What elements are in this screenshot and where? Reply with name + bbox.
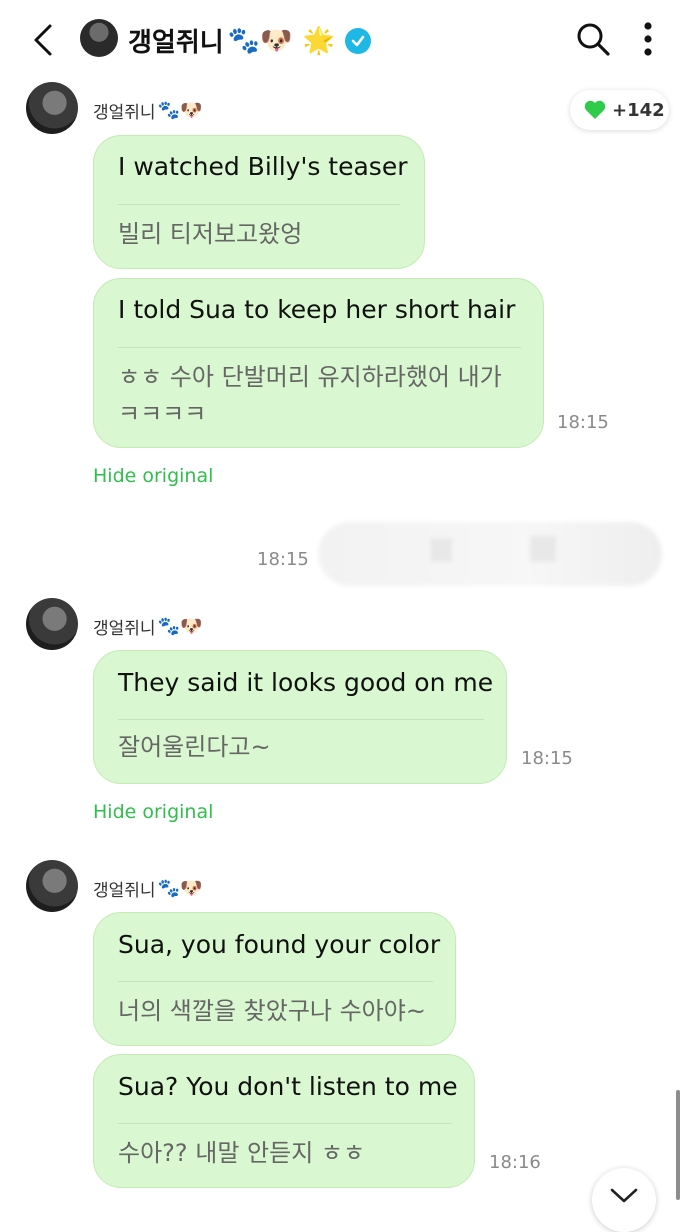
- message-original: 수아?? 내말 안듣지 ㅎㅎ: [118, 1139, 366, 1167]
- sender-name: 갱얼쥐니 🐾🐶: [93, 614, 202, 639]
- message-translation: Sua? You don't listen to me: [118, 1072, 458, 1101]
- hide-original-link[interactable]: Hide original: [93, 465, 213, 487]
- verified-icon: [344, 27, 371, 54]
- chat-title[interactable]: 갱얼쥐니 🐾🐶 🌟: [128, 22, 371, 59]
- heart-icon: [584, 100, 606, 119]
- bubble-divider: [118, 1123, 452, 1124]
- chat-header: 갱얼쥐니 🐾🐶 🌟: [0, 0, 685, 80]
- message-time: 18:16: [489, 1152, 541, 1173]
- back-button[interactable]: [28, 22, 62, 58]
- message-original: ㅎㅎ 수아 단발머리 유지하라했어 내가 ㅋㅋㅋㅋ: [118, 359, 502, 433]
- sender-emoji: 🐾🐶: [157, 615, 203, 637]
- scrollbar[interactable]: [676, 1090, 680, 1200]
- bubble-divider: [118, 347, 521, 348]
- my-message-time: 18:15: [257, 549, 309, 570]
- message-bubble[interactable]: Sua? You don't listen to me 수아?? 내말 안듣지 …: [93, 1054, 475, 1188]
- message-bubble[interactable]: They said it looks good on me 잘어울린다고~: [93, 650, 507, 784]
- sender-name: 갱얼쥐니 🐾🐶: [93, 98, 202, 123]
- star-emoji: 🌟: [302, 25, 335, 56]
- sender-name: 갱얼쥐니 🐾🐶: [93, 876, 202, 901]
- message-bubble[interactable]: I told Sua to keep her short hair ㅎㅎ 수아 …: [93, 278, 544, 448]
- sender-name-text: 갱얼쥐니: [93, 103, 156, 123]
- bubble-divider: [118, 981, 433, 982]
- message-translation: They said it looks good on me: [118, 668, 494, 697]
- message-bubble[interactable]: Sua, you found your color 너의 색깔을 찾았구나 수아…: [93, 912, 456, 1046]
- sender-emoji: 🐾🐶: [157, 877, 203, 899]
- message-original: 빌리 티저보고왔엉: [118, 220, 303, 248]
- sender-avatar[interactable]: [26, 860, 78, 912]
- sender-emoji: 🐾🐶: [157, 99, 203, 121]
- message-bubble[interactable]: I watched Billy's teaser 빌리 티저보고왔엉: [93, 135, 425, 269]
- my-message-bubble[interactable]: [318, 522, 662, 586]
- bubble-divider: [118, 719, 484, 720]
- reaction-counter[interactable]: +142: [570, 90, 669, 130]
- message-translation: I told Sua to keep her short hair: [118, 295, 516, 324]
- message-translation: I watched Billy's teaser: [118, 152, 408, 181]
- message-time: 18:15: [521, 748, 573, 769]
- reaction-count: +142: [612, 99, 665, 121]
- search-button[interactable]: [574, 20, 612, 58]
- sender-name-text: 갱얼쥐니: [93, 881, 156, 901]
- message-time: 18:15: [557, 412, 609, 433]
- message-original: 너의 색깔을 찾았구나 수아야~: [118, 997, 426, 1025]
- message-original-line: ㅎㅎ 수아 단발머리 유지하라했어 내가: [118, 363, 502, 391]
- header-avatar[interactable]: [80, 19, 118, 57]
- chevron-down-icon: [610, 1188, 638, 1203]
- search-icon: [577, 23, 610, 56]
- blur-patch: [430, 538, 452, 562]
- hide-original-link[interactable]: Hide original: [93, 801, 213, 823]
- more-icon: [644, 22, 652, 56]
- back-icon: [34, 24, 52, 56]
- message-original: 잘어울린다고~: [118, 733, 271, 761]
- more-button[interactable]: [636, 18, 660, 60]
- bubble-divider: [118, 204, 400, 205]
- sender-avatar[interactable]: [26, 598, 78, 650]
- message-original-line: ㅋㅋㅋㅋ: [118, 400, 207, 428]
- sender-name-text: 갱얼쥐니: [93, 619, 156, 639]
- message-translation: Sua, you found your color: [118, 930, 441, 959]
- blur-patch: [530, 536, 556, 562]
- sender-avatar[interactable]: [26, 82, 78, 134]
- chat-title-emoji: 🐾🐶: [227, 25, 293, 56]
- chat-title-name: 갱얼쥐니: [128, 28, 224, 58]
- scroll-to-bottom-button[interactable]: [592, 1168, 656, 1232]
